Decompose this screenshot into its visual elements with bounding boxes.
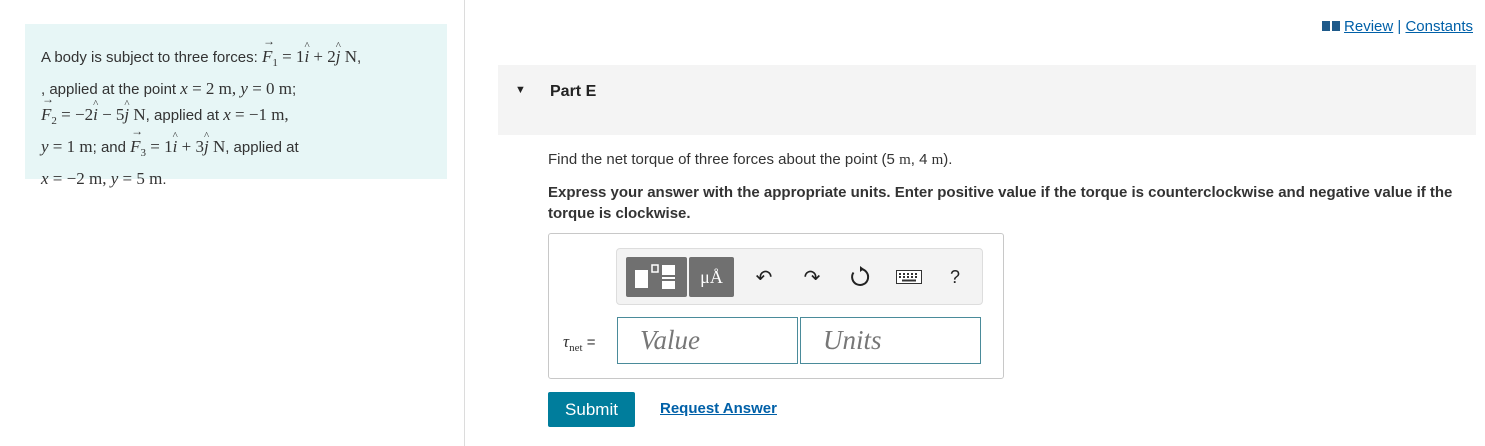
unit-vector-i: i [93,92,98,127]
math-expression: = 1 m [48,137,93,156]
answer-box: μÅ ↶ ↷ ? τnet = [548,233,1004,379]
math-expression: = −1 m, [230,105,289,124]
units-icon[interactable]: μÅ [689,257,734,297]
book-icon [1322,19,1341,36]
y-symbol: y [41,137,49,156]
problem-text: A body is subject to three forces: [41,49,262,66]
part-header[interactable]: ▼ Part E [498,65,1476,135]
problem-text: ; and [92,139,131,156]
link-separator: | [1393,18,1406,35]
force-symbol: F [41,87,55,127]
instruction-text: Express your answer with the appropriate… [548,184,1453,222]
force-symbol: F [130,119,144,159]
problem-statement: A body is subject to three forces: F1 = … [25,24,447,188]
review-link[interactable]: Review [1344,18,1393,35]
math-expression: + 2 [309,47,336,66]
tau-net-label: τnet = [563,332,595,354]
units-input[interactable] [800,317,981,364]
math-expression: = 1 [277,47,305,66]
panel-divider [464,0,465,446]
equals-sign: = [582,334,596,351]
undo-icon[interactable]: ↶ [751,263,777,291]
math-expression: = 1 [146,137,173,156]
force-symbol: F [262,29,276,69]
unit-vector-i: i [173,124,178,159]
keyboard-icon[interactable] [896,265,922,289]
y-symbol: y [240,79,248,98]
problem-text: . [162,171,167,188]
problem-text: , applied at [145,107,224,124]
problem-text: ; [292,81,297,98]
caret-down-icon[interactable]: ▼ [515,84,526,96]
unit-vector-i: i [304,34,309,69]
x-symbol: x [180,79,188,98]
unit-meter: m [899,152,911,168]
submit-button[interactable]: Submit [548,392,635,427]
templates-icon[interactable] [626,257,687,297]
problem-text: , applied at the point [41,81,181,98]
redo-icon[interactable]: ↷ [799,263,825,291]
unit-vector-j: j [204,124,209,159]
unit-newton: N [340,47,358,66]
question-text: Find the net torque of three forces abou… [548,151,952,169]
value-input[interactable] [617,317,798,364]
math-expression: + 3 [177,137,204,156]
x-symbol: x [223,105,231,124]
header-links: Review | Constants [1322,18,1473,36]
request-answer-link[interactable]: Request Answer [660,400,777,417]
tau-subscript: net [569,342,583,354]
question-part: ). [943,151,953,168]
problem-text: , applied at [225,139,299,156]
help-icon[interactable]: ? [944,263,966,291]
part-title: Part E [550,83,597,100]
unit-meter: m [931,152,944,168]
reset-icon[interactable] [847,263,873,291]
math-expression: = −2 [56,105,94,124]
math-toolbar: μÅ ↶ ↷ ? [616,248,983,305]
math-expression: = 0 m [247,79,292,98]
unit-vector-j: j [124,92,129,127]
math-expression: − 5 [97,105,125,124]
unit-vector-j: j [336,34,341,69]
question-part: Find the net torque of three forces abou… [548,151,900,168]
constants-link[interactable]: Constants [1405,18,1473,35]
question-part: , 4 [910,151,932,168]
math-expression: = 2 m, [187,79,241,98]
math-expression: = −2 m, [48,169,111,188]
math-expression: = 5 m [118,169,163,188]
unit-newton: N [208,137,226,156]
x-symbol: x [41,169,49,188]
